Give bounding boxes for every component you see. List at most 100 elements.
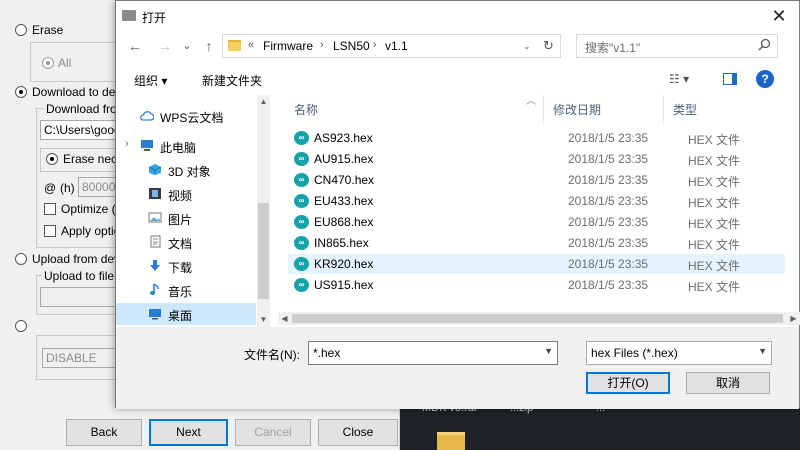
chevron-down-icon[interactable]: ▼: [544, 346, 553, 356]
erase-necessary-radio[interactable]: [46, 153, 58, 165]
file-open-dialog: 打开 ✕ ← → ⌄ ↑ « Firmware › LSN50 › v1.1 ⌄…: [115, 0, 800, 409]
scroll-left-arrow[interactable]: ◀: [278, 312, 291, 325]
breadcrumb-v1-1[interactable]: v1.1: [385, 39, 408, 53]
file-row[interactable]: ∞ AS923.hex 2018/1/5 23:35 HEX 文件: [288, 128, 785, 148]
desktop-icon: [149, 309, 161, 320]
file-date: 2018/1/5 23:35: [568, 215, 649, 229]
search-input[interactable]: 搜索"v1.1": [576, 34, 778, 58]
view-options-icon[interactable]: ☷ ▾: [669, 72, 689, 86]
breadcrumb-firmware[interactable]: Firmware: [263, 39, 313, 53]
tree-item-this-pc[interactable]: › 此电脑: [116, 135, 256, 157]
column-header-date[interactable]: 修改日期: [553, 101, 601, 118]
tree-item-pictures[interactable]: 图片: [116, 207, 256, 229]
file-row[interactable]: ∞ AU915.hex 2018/1/5 23:35 HEX 文件: [288, 149, 785, 169]
scrollbar-thumb[interactable]: [258, 203, 269, 299]
folder-icon[interactable]: [437, 432, 465, 450]
option-radio[interactable]: [15, 320, 27, 332]
file-row[interactable]: ∞ EU433.hex 2018/1/5 23:35 HEX 文件: [288, 191, 785, 211]
cancel-dialog-button[interactable]: 取消: [686, 372, 770, 394]
open-button[interactable]: 打开(O): [586, 372, 670, 394]
navigation-tree: WPS云文档 › 此电脑 3D 对象 视频 图片 文档 下载 音乐 桌面 ▲ ▼: [116, 95, 271, 327]
file-row[interactable]: ∞ KR920.hex 2018/1/5 23:35 HEX 文件: [288, 254, 785, 274]
tree-item-documents[interactable]: 文档: [116, 231, 256, 253]
erase-radio[interactable]: [15, 24, 27, 36]
filename-input[interactable]: *.hex ▼: [308, 341, 558, 365]
help-icon[interactable]: ?: [756, 70, 774, 88]
breadcrumb-overflow[interactable]: «: [248, 39, 254, 51]
chevron-down-icon[interactable]: ▼: [758, 346, 767, 356]
file-row[interactable]: ∞ EU868.hex 2018/1/5 23:35 HEX 文件: [288, 212, 785, 232]
hex-unit-label: (h): [60, 181, 75, 195]
address-input[interactable]: 80000: [78, 177, 120, 197]
breadcrumb-lsn50[interactable]: LSN50: [333, 39, 370, 53]
disable-select[interactable]: DISABLE: [42, 348, 117, 368]
music-note-icon: [150, 283, 159, 295]
up-arrow-icon[interactable]: ↑: [200, 37, 218, 55]
scroll-up-arrow[interactable]: ▲: [257, 97, 270, 106]
preview-pane-icon[interactable]: [723, 73, 737, 85]
dialog-app-icon: [122, 10, 136, 21]
column-header-name[interactable]: 名称: [294, 101, 318, 118]
file-name: KR920.hex: [314, 257, 374, 271]
close-icon[interactable]: ✕: [759, 1, 799, 31]
chevron-down-icon[interactable]: ⌄: [523, 41, 531, 52]
download-radio[interactable]: [15, 86, 27, 98]
tree-scrollbar[interactable]: ▲ ▼: [257, 95, 270, 327]
arduino-hex-icon: ∞: [294, 257, 309, 271]
column-divider[interactable]: [543, 95, 544, 123]
tree-item-downloads[interactable]: 下载: [116, 255, 256, 277]
upload-label: Upload from devi: [32, 252, 123, 266]
organize-menu[interactable]: 组织 ▾: [134, 72, 167, 89]
tree-item-wps-cloud[interactable]: WPS云文档: [116, 105, 256, 127]
search-placeholder: 搜索"v1.1": [585, 41, 641, 55]
column-header-type[interactable]: 类型: [673, 101, 697, 118]
scrollbar-thumb[interactable]: [292, 314, 783, 323]
new-folder-button[interactable]: 新建文件夹: [202, 72, 262, 89]
column-divider[interactable]: [663, 95, 664, 123]
cube-icon: [148, 164, 162, 175]
expand-chevron-icon[interactable]: ›: [125, 138, 129, 150]
arduino-hex-icon: ∞: [294, 215, 309, 229]
breadcrumb-separator[interactable]: ›: [320, 39, 324, 51]
breadcrumb-separator[interactable]: ›: [373, 39, 377, 51]
file-type: HEX 文件: [688, 259, 741, 273]
file-name: EU433.hex: [314, 194, 374, 208]
scroll-down-arrow[interactable]: ▼: [257, 315, 270, 324]
arduino-hex-icon: ∞: [294, 236, 309, 250]
tree-item-music[interactable]: 音乐: [116, 279, 256, 301]
cloud-icon: [140, 111, 154, 121]
upload-to-file-label: Upload to file: [42, 269, 117, 283]
optimize-checkbox[interactable]: [44, 203, 56, 215]
cancel-button[interactable]: Cancel: [235, 419, 311, 446]
file-date: 2018/1/5 23:35: [568, 152, 649, 166]
upload-radio[interactable]: [15, 253, 27, 265]
forward-arrow-icon[interactable]: →: [156, 37, 174, 55]
back-arrow-icon[interactable]: ←: [126, 37, 144, 55]
refresh-icon[interactable]: ↻: [543, 38, 554, 54]
download-label: Download to devi: [32, 85, 125, 99]
file-row[interactable]: ∞ US915.hex 2018/1/5 23:35 HEX 文件: [288, 275, 785, 295]
recent-locations-dropdown-icon[interactable]: ⌄: [178, 37, 196, 55]
next-button[interactable]: Next: [149, 419, 228, 446]
horizontal-scrollbar[interactable]: ◀ ▶: [278, 312, 800, 325]
arduino-hex-icon: ∞: [294, 278, 309, 292]
tree-item-desktop[interactable]: 桌面: [116, 303, 256, 325]
upload-path-input[interactable]: [40, 287, 120, 307]
filetype-select[interactable]: hex Files (*.hex) ▼: [586, 341, 772, 365]
close-button[interactable]: Close: [318, 419, 398, 446]
file-list: ︿ 名称 修改日期 类型 ∞ AS923.hex 2018/1/5 23:35 …: [278, 95, 800, 327]
all-radio[interactable]: [42, 57, 54, 69]
scroll-right-arrow[interactable]: ▶: [787, 312, 800, 325]
arduino-hex-icon: ∞: [294, 173, 309, 187]
file-row[interactable]: ∞ CN470.hex 2018/1/5 23:35 HEX 文件: [288, 170, 785, 190]
tree-item-videos[interactable]: 视频: [116, 183, 256, 205]
apply-option-checkbox[interactable]: [44, 225, 56, 237]
tree-item-3d-objects[interactable]: 3D 对象: [116, 159, 256, 181]
address-bar[interactable]: « Firmware › LSN50 › v1.1 ⌄ ↻: [222, 34, 561, 58]
tree-item-label: 此电脑: [160, 141, 197, 155]
file-date: 2018/1/5 23:35: [568, 194, 649, 208]
all-label: All: [58, 56, 72, 70]
file-row[interactable]: ∞ IN865.hex 2018/1/5 23:35 HEX 文件: [288, 233, 785, 253]
back-button[interactable]: Back: [66, 419, 142, 446]
download-path-input[interactable]: C:\Users\good: [40, 120, 120, 140]
